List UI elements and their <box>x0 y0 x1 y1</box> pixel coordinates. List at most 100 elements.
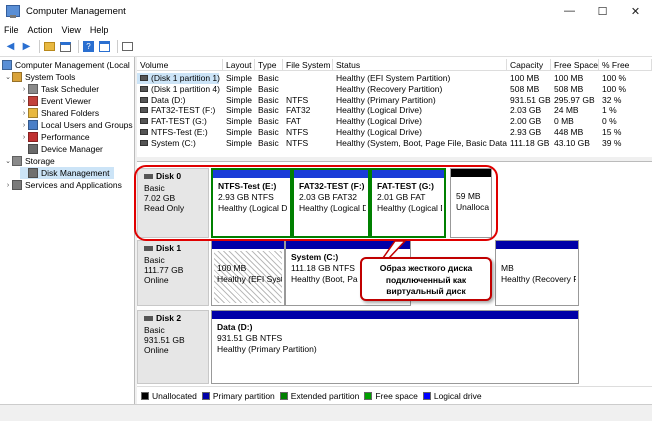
legend-label: Logical drive <box>433 390 482 401</box>
column-header-status[interactable]: Status <box>333 59 507 71</box>
disk-label-2[interactable]: Disk 2 Basic 931.51 GB Online <box>137 310 209 384</box>
legend-label: Extended partition <box>290 390 360 401</box>
tree-item-performance[interactable]: › Performance <box>20 131 90 143</box>
partition-size: 931.51 GB NTFS <box>217 333 283 343</box>
table-cell: 39 % <box>602 137 622 148</box>
highlight-callout <box>134 165 498 241</box>
table-cell <box>286 73 333 83</box>
column-header-layout[interactable]: Layout <box>223 59 255 71</box>
services-icon <box>12 180 22 190</box>
close-button[interactable]: ✕ <box>619 0 652 22</box>
clock-icon <box>28 84 38 94</box>
table-cell: Simple <box>226 73 252 83</box>
tree-item-local-users-and-groups[interactable]: › Local Users and Groups <box>20 119 133 131</box>
partition-1-2[interactable]: MBHealthy (Recovery Partitio <box>495 240 579 306</box>
table-cell: 2.00 GB <box>510 116 542 127</box>
expand-chevron-icon[interactable]: › <box>20 86 28 93</box>
table-cell: 15 % <box>602 127 622 137</box>
tree-item-shared-folders[interactable]: › Shared Folders <box>20 107 99 119</box>
maximize-button[interactable]: ☐ <box>586 0 619 22</box>
tree-item-label: Local Users and Groups <box>41 120 133 130</box>
table-cell: 100 % <box>602 73 627 83</box>
partition-1-0[interactable]: 100 MB Healthy (EFI Syste <box>211 240 285 306</box>
table-cell: Healthy (Primary Partition) <box>336 94 436 105</box>
tree-item-disk-management[interactable]: Disk Management <box>20 167 114 179</box>
table-cell: FAT <box>286 116 301 127</box>
table-cell: 100 % <box>602 83 627 94</box>
tree-item-label: Shared Folders <box>41 108 100 118</box>
table-cell: Basic <box>258 105 279 116</box>
tree-item-label: Services and Applications <box>25 180 122 190</box>
annotation-line: Образ жесткого диска <box>379 263 473 273</box>
toolbar: ◀ ▶ ? <box>0 37 652 57</box>
volume-list: Volume Layout Type File System Status Capacit… <box>137 57 652 157</box>
table-cell: 931.51 GB <box>510 94 551 105</box>
table-cell: Healthy (Logical Drive) <box>336 127 422 137</box>
column-header-type[interactable]: Type <box>255 59 283 71</box>
up-folder-icon[interactable] <box>43 40 56 53</box>
volume-icon <box>140 75 148 81</box>
minimize-button[interactable]: — <box>553 0 586 22</box>
table-cell: Simple <box>226 116 252 127</box>
event-viewer-icon <box>28 96 38 106</box>
legend-swatch <box>422 391 431 400</box>
tree-item-task-scheduler[interactable]: › Task Scheduler <box>20 83 99 95</box>
forward-arrow-icon[interactable]: ▶ <box>20 40 33 53</box>
expand-chevron-icon[interactable]: › <box>20 98 28 105</box>
menu-view[interactable]: View <box>62 25 81 35</box>
column-header-volume[interactable]: Volume <box>137 59 223 71</box>
menu-help[interactable]: Help <box>90 25 109 35</box>
partition-size: 100 MB <box>217 263 247 273</box>
partition-text: Data (D:) 931.51 GB NTFS Healthy (Primary … <box>217 322 576 355</box>
tree-item-device-manager[interactable]: Device Manager <box>20 143 103 155</box>
disk-label-1[interactable]: Disk 1 Basic 111.77 GB Online <box>137 240 209 306</box>
column-header-free-space[interactable]: Free Space <box>551 59 599 71</box>
menu-action[interactable]: Action <box>28 25 53 35</box>
expand-chevron-icon[interactable]: ⌄ <box>4 73 12 81</box>
partition-color-bar <box>212 241 284 249</box>
tree-item-computer-management-local[interactable]: Computer Management (Local <box>2 59 130 71</box>
partition-status: Healthy (Primary Partition) <box>217 344 317 354</box>
column-header-capacity[interactable]: Capacity <box>507 59 551 71</box>
back-arrow-icon[interactable]: ◀ <box>4 40 17 53</box>
tree-item-storage[interactable]: ⌄ Storage <box>4 155 55 167</box>
disk-size: 931.51 GB <box>144 335 185 345</box>
partition-2-0[interactable]: Data (D:) 931.51 GB NTFS Healthy (Primary … <box>211 310 579 384</box>
disk-size: 111.77 GB <box>144 265 184 275</box>
column-header-free[interactable]: % Free <box>599 59 652 71</box>
expand-chevron-icon[interactable]: ⌄ <box>4 157 12 165</box>
legend-label: Free space <box>375 390 418 401</box>
table-cell: System (C:) <box>151 137 196 148</box>
tree-item-event-viewer[interactable]: › Event Viewer <box>20 95 91 107</box>
expand-chevron-icon[interactable]: › <box>20 122 28 129</box>
column-header-file-system[interactable]: File System <box>283 59 333 71</box>
computer-management-icon <box>6 5 20 18</box>
legend-swatch <box>364 391 373 400</box>
partition-color-bar <box>212 311 578 319</box>
partition-title: Data (D:) <box>217 322 253 332</box>
console-tree-icon[interactable] <box>59 40 72 53</box>
table-cell: 508 MB <box>510 83 540 94</box>
disk-type: Basic <box>144 255 165 265</box>
partition-text: MBHealthy (Recovery Partitio <box>501 263 576 285</box>
table-cell: 111.18 GB <box>510 137 550 148</box>
menu-file[interactable]: File <box>4 25 19 35</box>
tree-item-system-tools[interactable]: ⌄ System Tools <box>4 71 75 83</box>
table-cell: NTFS-Test (E:) <box>151 127 208 137</box>
show-hide-action-pane-icon[interactable] <box>121 40 134 53</box>
partition-color-bar <box>286 241 410 249</box>
table-cell: Simple <box>226 137 252 148</box>
tree-item-services-and-applications[interactable]: › Services and Applications <box>4 179 122 191</box>
expand-chevron-icon[interactable]: › <box>20 110 28 117</box>
properties-icon[interactable] <box>98 40 111 53</box>
table-cell: 24 MB <box>554 105 579 116</box>
table-cell: NTFS <box>286 127 309 137</box>
table-cell: NTFS <box>286 94 309 105</box>
table-cell: Healthy (EFI System Partition) <box>336 73 451 83</box>
help-icon[interactable]: ? <box>82 40 95 53</box>
legend-swatch <box>141 391 149 400</box>
table-cell: (Disk 1 partition 1) <box>151 73 220 83</box>
tree-item-label: Device Manager <box>41 144 103 154</box>
expand-chevron-icon[interactable]: › <box>4 182 12 189</box>
expand-chevron-icon[interactable]: › <box>20 134 28 141</box>
